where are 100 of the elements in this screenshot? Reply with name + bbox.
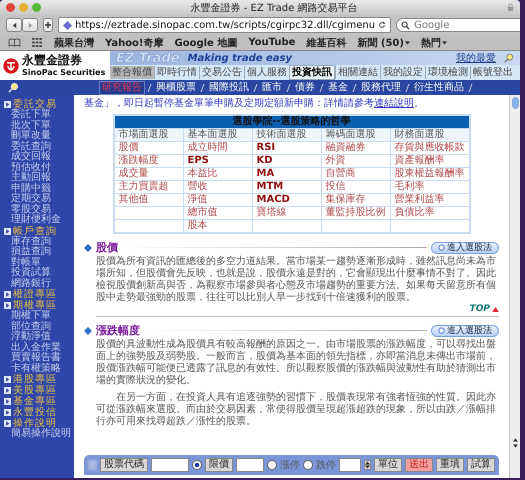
sidebar-item[interactable]: 成交回報 (4, 152, 51, 162)
table-cell[interactable]: MTM (252, 180, 321, 194)
stock-code-field[interactable] (151, 458, 189, 472)
table-cell[interactable]: 總市值 (183, 206, 252, 220)
sidebar-group[interactable]: 操作說明 (4, 418, 74, 429)
sidebar-group[interactable]: 基金專區 (4, 396, 74, 407)
sidebar-item[interactable]: 委託查詢 (4, 142, 51, 152)
sidebar-item[interactable]: 損益查詢 (4, 247, 51, 258)
table-cell[interactable]: 寶塔線 (252, 206, 321, 220)
table-cell[interactable]: 集保庫存 (321, 194, 390, 206)
table-cell[interactable]: 董監持股比例 (321, 206, 390, 220)
address-field[interactable]: https://eztrade.sinopac.com.tw/scripts/cgirpc32.dll/cgimenu (58, 17, 392, 33)
bookmark-link[interactable]: Google 地圖 (174, 36, 238, 50)
sidebar-item[interactable]: 主動回報 (4, 173, 51, 184)
nav-tab[interactable]: 整合報價 (110, 66, 154, 79)
table-cell[interactable]: 投信 (321, 180, 390, 194)
scrollbar-thumb[interactable] (512, 97, 518, 109)
sidebar-item[interactable]: 卡有權策略 (4, 364, 61, 374)
bookmark-link[interactable]: Yahoo!奇摩 (105, 36, 164, 50)
price-type-button[interactable]: 限價 (205, 458, 233, 472)
nav-tab[interactable]: 相關連結 (335, 66, 380, 79)
enter-button[interactable]: 進入選股法 (431, 324, 499, 336)
sidebar-item[interactable]: 批次下單 (4, 120, 51, 131)
sidebar-item[interactable]: 期權下單 (4, 311, 51, 322)
sidebar-item[interactable]: 預估收付 (4, 162, 51, 173)
sidebar-item[interactable]: 浮動淨值 (4, 332, 51, 342)
table-cell[interactable]: KD (252, 154, 321, 168)
table-cell[interactable]: 股價 (114, 142, 183, 154)
up-arrow-icon[interactable] (512, 438, 518, 442)
top-link[interactable]: TOP (470, 304, 499, 314)
table-cell[interactable]: 成交量 (114, 168, 183, 180)
subnav-tab[interactable]: 匯市 (260, 82, 284, 94)
sidebar-item[interactable]: 簡易操作說明 (4, 429, 71, 440)
table-cell[interactable]: RSI (252, 142, 321, 154)
table-cell[interactable]: 外資 (321, 154, 390, 168)
nav-tab[interactable]: 交易公告 (199, 66, 244, 79)
table-cell[interactable]: 股東權益報酬率 (390, 168, 470, 180)
sidebar-item[interactable]: 部位查詢 (4, 322, 51, 332)
search-icon[interactable] (504, 53, 514, 63)
sidebar-item[interactable]: 買賣報告書 (4, 353, 61, 364)
action-button[interactable]: 重填 (436, 458, 464, 472)
search-icon[interactable] (8, 82, 19, 93)
sidebar-item[interactable]: 對帳單 (4, 258, 41, 268)
down-arrow-icon[interactable] (365, 465, 370, 469)
table-cell[interactable]: 營業利益率 (390, 194, 470, 206)
subnav-tab[interactable]: 興櫃股票 (154, 82, 198, 94)
table-cell[interactable]: 淨值 (183, 194, 252, 206)
favorites-link[interactable]: 我的最愛 (456, 51, 496, 65)
subnav-tab[interactable]: 衍生性商品 (412, 82, 466, 94)
enter-button[interactable]: 進入選股法 (431, 242, 499, 254)
radio-button[interactable] (267, 460, 277, 470)
nav-tab[interactable]: 環境檢測 (425, 66, 470, 79)
sidebar-group[interactable]: 期權專區 (4, 300, 74, 311)
sidebar-item[interactable]: 庫存查詢 (4, 236, 51, 247)
radio-button[interactable] (192, 460, 202, 470)
stock-code-button[interactable]: 股票代碼 (100, 458, 148, 472)
close-button[interactable] (6, 3, 15, 12)
bookmark-link[interactable]: YouTube (248, 37, 296, 48)
sidebar-item[interactable]: 投資試算 (4, 268, 51, 278)
sidebar-item[interactable]: 刪單改量 (4, 131, 51, 142)
sidebar-item[interactable]: 網路銀行 (4, 278, 51, 289)
sidebar-group[interactable]: 權證專區 (4, 289, 74, 300)
sidebar-group[interactable]: 港股專區 (4, 374, 74, 385)
nav-tab[interactable]: 我的設定 (380, 66, 425, 79)
table-cell[interactable]: 漲跌幅度 (114, 154, 183, 168)
sidebar-item[interactable]: 委託下單 (4, 110, 51, 120)
nav-tab[interactable]: 投資快訊 (289, 65, 335, 80)
nav-tab[interactable]: 帳號登出 (470, 66, 515, 79)
sidebar-group[interactable]: 永豐投信 (4, 407, 74, 418)
quantity-field[interactable] (339, 458, 361, 472)
back-button[interactable] (6, 18, 22, 32)
grid-icon[interactable] (32, 38, 43, 47)
sidebar-group[interactable]: 帳戶查詢 (4, 226, 74, 236)
action-button[interactable]: 試算 (467, 458, 495, 472)
sidebar-item[interactable]: 出入金作業 (4, 342, 61, 353)
table-cell[interactable]: 其他值 (114, 194, 183, 206)
table-cell[interactable]: 成立時間 (183, 142, 252, 154)
table-cell[interactable]: 融資融券 (321, 142, 390, 154)
add-bookmark-button[interactable] (43, 18, 53, 32)
nav-tab[interactable]: 即時行情 (154, 66, 199, 79)
table-cell[interactable]: MA (252, 168, 321, 180)
table-cell[interactable]: MACD (252, 194, 321, 206)
action-button[interactable]: 單位 (374, 458, 402, 472)
table-cell[interactable]: 自營商 (321, 168, 390, 180)
scrollbar[interactable] (509, 95, 520, 478)
sidebar-item[interactable]: 定期交易 (4, 194, 51, 204)
bookmark-link[interactable]: 蘋果台灣 (54, 36, 94, 50)
subnav-tab[interactable]: 國際投訊 (207, 82, 251, 94)
sidebar-group[interactable]: 委託交易 (4, 99, 74, 110)
bookmark-link[interactable]: 維基百科 (306, 36, 346, 50)
book-icon[interactable] (8, 38, 21, 47)
sidebar-item[interactable]: 理財便利金 (4, 215, 61, 226)
reload-icon[interactable] (378, 21, 386, 29)
search-field[interactable]: Google (396, 18, 520, 32)
sidebar-item[interactable]: 零股交易 (4, 204, 51, 215)
table-cell[interactable]: 主力買賣超 (114, 180, 183, 194)
subnav-tab[interactable]: 基金 (326, 82, 350, 94)
table-cell[interactable]: 存貨與應收帳款 (390, 142, 470, 154)
table-cell[interactable]: 毛利率 (390, 180, 470, 194)
table-cell[interactable]: EPS (183, 154, 252, 168)
